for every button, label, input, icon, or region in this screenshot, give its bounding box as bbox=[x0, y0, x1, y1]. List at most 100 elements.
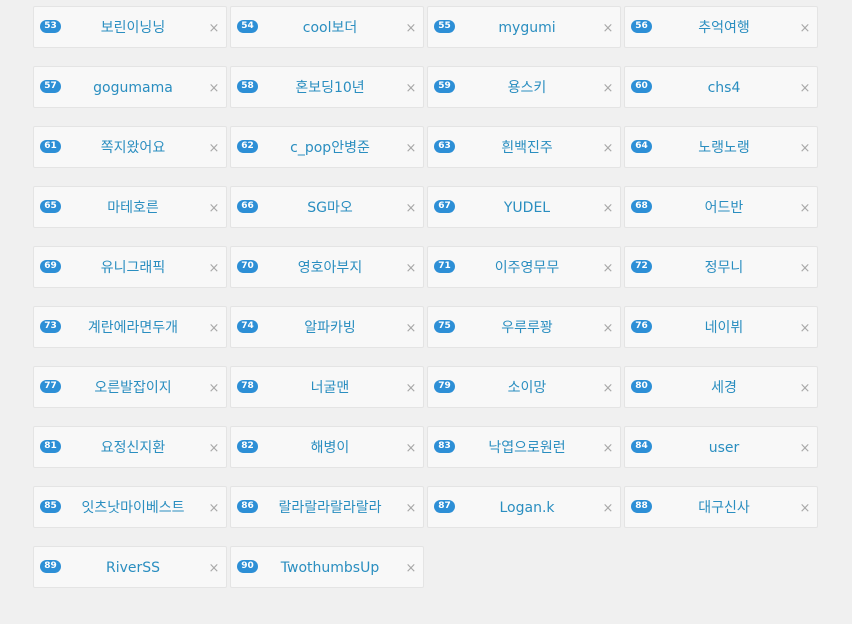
member-chip[interactable]: 66 SG마오 × bbox=[230, 186, 424, 228]
chip-member-name: 마테호른 bbox=[107, 200, 159, 216]
member-chip[interactable]: 61 쪽지왔어요 × bbox=[33, 126, 227, 168]
close-icon[interactable]: × bbox=[405, 499, 417, 519]
member-chip[interactable]: 65 마테호른 × bbox=[33, 186, 227, 228]
member-chip[interactable]: 75 우루루꽝 × bbox=[427, 306, 621, 348]
chip-member-name: 용스키 bbox=[507, 80, 547, 96]
close-icon[interactable]: × bbox=[405, 319, 417, 339]
close-icon[interactable]: × bbox=[602, 199, 614, 219]
member-chip[interactable]: 74 알파카빙 × bbox=[230, 306, 424, 348]
member-chip[interactable]: 78 너굴맨 × bbox=[230, 366, 424, 408]
close-icon[interactable]: × bbox=[799, 379, 811, 399]
member-chip[interactable]: 56 추억여행 × bbox=[624, 6, 818, 48]
chip-number-badge: 63 bbox=[434, 140, 455, 153]
close-icon[interactable]: × bbox=[799, 19, 811, 39]
close-icon[interactable]: × bbox=[208, 439, 220, 459]
close-icon[interactable]: × bbox=[602, 319, 614, 339]
member-chip[interactable]: 70 영호아부지 × bbox=[230, 246, 424, 288]
close-icon[interactable]: × bbox=[799, 79, 811, 99]
close-icon[interactable]: × bbox=[602, 439, 614, 459]
member-chip[interactable]: 87 Logan.k × bbox=[427, 486, 621, 528]
member-chip[interactable]: 59 용스키 × bbox=[427, 66, 621, 108]
close-icon[interactable]: × bbox=[602, 139, 614, 159]
member-chip[interactable]: 68 어드반 × bbox=[624, 186, 818, 228]
chip-member-name: 보린이닝닝 bbox=[100, 20, 166, 36]
member-chip[interactable]: 76 네이뷔 × bbox=[624, 306, 818, 348]
chip-number-badge: 65 bbox=[40, 200, 61, 213]
member-chip[interactable]: 63 흰백진주 × bbox=[427, 126, 621, 168]
close-icon[interactable]: × bbox=[208, 319, 220, 339]
chip-number-badge: 56 bbox=[631, 20, 652, 33]
chip-member-name: 해병이 bbox=[310, 440, 350, 456]
member-chip[interactable]: 88 대구신사 × bbox=[624, 486, 818, 528]
close-icon[interactable]: × bbox=[208, 19, 220, 39]
chip-member-name: 오른발잡이지 bbox=[94, 380, 172, 396]
close-icon[interactable]: × bbox=[405, 19, 417, 39]
member-chip[interactable]: 57 gogumama × bbox=[33, 66, 227, 108]
close-icon[interactable]: × bbox=[405, 439, 417, 459]
close-icon[interactable]: × bbox=[799, 439, 811, 459]
member-chip[interactable]: 77 오른발잡이지 × bbox=[33, 366, 227, 408]
close-icon[interactable]: × bbox=[208, 379, 220, 399]
close-icon[interactable]: × bbox=[799, 259, 811, 279]
member-chip[interactable]: 90 TwothumbsUp × bbox=[230, 546, 424, 588]
member-chip[interactable]: 83 낙엽으로원런 × bbox=[427, 426, 621, 468]
member-chip[interactable]: 62 c_pop안병준 × bbox=[230, 126, 424, 168]
member-chip[interactable]: 84 user × bbox=[624, 426, 818, 468]
member-chip[interactable]: 69 유니그래픽 × bbox=[33, 246, 227, 288]
member-chip[interactable]: 73 계란에라면두개 × bbox=[33, 306, 227, 348]
chip-number-badge: 70 bbox=[237, 260, 258, 273]
close-icon[interactable]: × bbox=[602, 79, 614, 99]
chip-number-badge: 53 bbox=[40, 20, 61, 33]
close-icon[interactable]: × bbox=[405, 139, 417, 159]
close-icon[interactable]: × bbox=[405, 199, 417, 219]
chip-member-name: 노랭노랭 bbox=[698, 140, 750, 156]
chip-member-name: gogumama bbox=[93, 80, 173, 96]
chip-member-name: 알파카빙 bbox=[304, 320, 356, 336]
close-icon[interactable]: × bbox=[799, 199, 811, 219]
chip-number-badge: 90 bbox=[237, 560, 258, 573]
close-icon[interactable]: × bbox=[208, 139, 220, 159]
member-chip[interactable]: 85 잇츠낫마이베스트 × bbox=[33, 486, 227, 528]
chip-member-name: 정무니 bbox=[704, 260, 744, 276]
close-icon[interactable]: × bbox=[405, 259, 417, 279]
close-icon[interactable]: × bbox=[799, 499, 811, 519]
member-chip[interactable]: 89 RiverSS × bbox=[33, 546, 227, 588]
member-chip[interactable]: 79 소이망 × bbox=[427, 366, 621, 408]
member-chip[interactable]: 86 랄라랄라랄라랄라 × bbox=[230, 486, 424, 528]
member-chip[interactable]: 54 cool보더 × bbox=[230, 6, 424, 48]
chip-number-badge: 81 bbox=[40, 440, 61, 453]
close-icon[interactable]: × bbox=[405, 379, 417, 399]
close-icon[interactable]: × bbox=[208, 199, 220, 219]
close-icon[interactable]: × bbox=[208, 559, 220, 579]
member-chip[interactable]: 58 혼보딩10년 × bbox=[230, 66, 424, 108]
close-icon[interactable]: × bbox=[602, 499, 614, 519]
member-chip[interactable]: 82 해병이 × bbox=[230, 426, 424, 468]
close-icon[interactable]: × bbox=[602, 379, 614, 399]
chip-number-badge: 84 bbox=[631, 440, 652, 453]
chip-number-badge: 67 bbox=[434, 200, 455, 213]
chip-member-name: chs4 bbox=[707, 80, 741, 96]
member-chip[interactable]: 64 노랭노랭 × bbox=[624, 126, 818, 168]
member-chip[interactable]: 55 mygumi × bbox=[427, 6, 621, 48]
chip-member-name: 흰백진주 bbox=[501, 140, 553, 156]
close-icon[interactable]: × bbox=[405, 79, 417, 99]
close-icon[interactable]: × bbox=[208, 499, 220, 519]
member-chip[interactable]: 81 요정신지환 × bbox=[33, 426, 227, 468]
close-icon[interactable]: × bbox=[208, 259, 220, 279]
close-icon[interactable]: × bbox=[405, 559, 417, 579]
member-chip[interactable]: 60 chs4 × bbox=[624, 66, 818, 108]
chip-member-name: YUDEL bbox=[503, 200, 551, 216]
chip-number-badge: 66 bbox=[237, 200, 258, 213]
member-chip[interactable]: 53 보린이닝닝 × bbox=[33, 6, 227, 48]
member-chip[interactable]: 80 세경 × bbox=[624, 366, 818, 408]
close-icon[interactable]: × bbox=[602, 19, 614, 39]
chip-number-badge: 59 bbox=[434, 80, 455, 93]
member-chip[interactable]: 67 YUDEL × bbox=[427, 186, 621, 228]
member-chip[interactable]: 72 정무니 × bbox=[624, 246, 818, 288]
member-chip[interactable]: 71 이주영무무 × bbox=[427, 246, 621, 288]
close-icon[interactable]: × bbox=[799, 139, 811, 159]
close-icon[interactable]: × bbox=[799, 319, 811, 339]
close-icon[interactable]: × bbox=[208, 79, 220, 99]
chip-number-badge: 58 bbox=[237, 80, 258, 93]
close-icon[interactable]: × bbox=[602, 259, 614, 279]
